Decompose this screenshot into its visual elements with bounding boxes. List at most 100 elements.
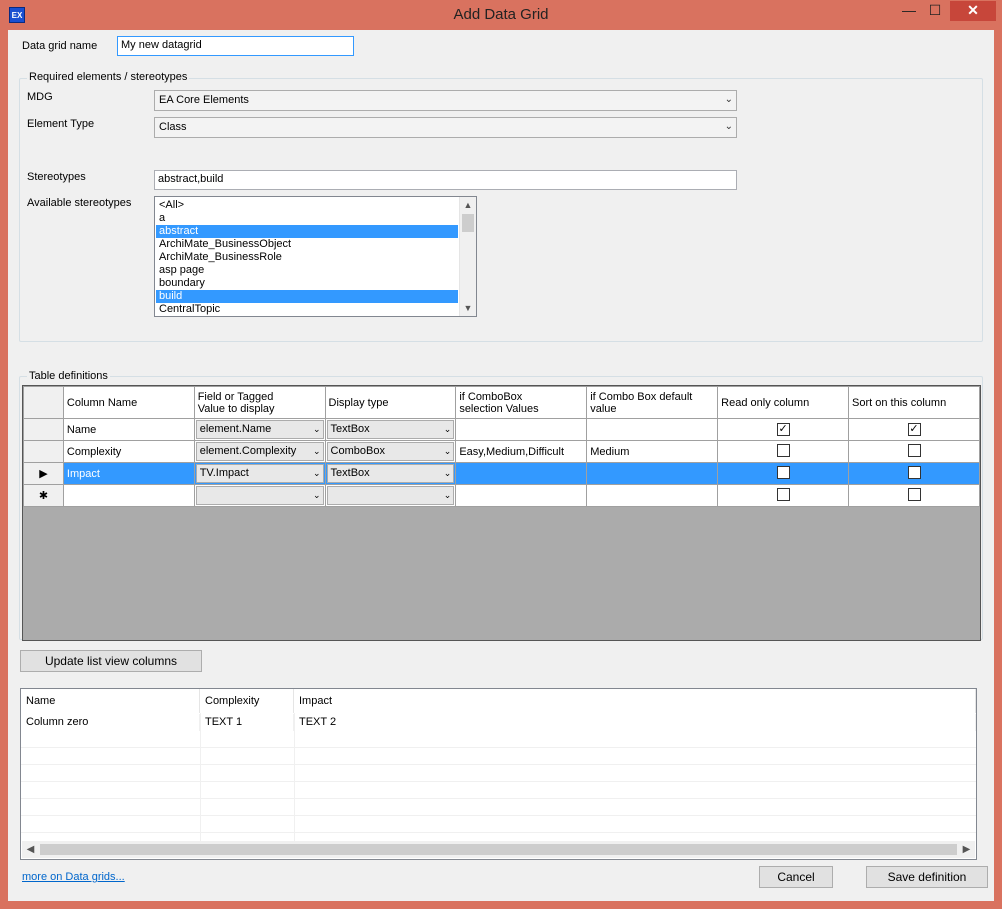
- column-name-cell[interactable]: Impact: [62, 462, 195, 485]
- vertical-scrollbar[interactable]: ▲ ▼: [459, 197, 476, 316]
- combo-default-cell[interactable]: [586, 418, 719, 441]
- close-button[interactable]: ✕: [950, 1, 996, 21]
- element-type-dropdown[interactable]: Class ⌄: [154, 117, 737, 138]
- definition-row[interactable]: Name element.Name ⌄ TextBox ⌄ ✓ ✓: [23, 418, 980, 441]
- display-type-dropdown[interactable]: TextBox ⌄: [326, 420, 455, 439]
- definition-row[interactable]: ▶ Impact TV.Impact ⌄ TextBox ⌄: [23, 462, 980, 485]
- sort-cell[interactable]: [848, 484, 980, 507]
- combo-values-cell[interactable]: [455, 462, 588, 485]
- column-name-cell[interactable]: [62, 484, 195, 507]
- definition-row[interactable]: ✱ ⌄ ⌄: [23, 484, 980, 507]
- sort-cell[interactable]: ✓: [848, 418, 980, 441]
- field-cell[interactable]: ⌄: [193, 484, 326, 507]
- stereotype-list-item[interactable]: abstract: [156, 225, 458, 238]
- row-indicator[interactable]: [23, 440, 64, 463]
- read-only-checkbox[interactable]: [776, 465, 790, 479]
- update-list-view-columns-button[interactable]: Update list view columns: [20, 650, 202, 672]
- element-type-value: Class: [159, 121, 187, 133]
- data-grid-name-input[interactable]: My new datagrid: [117, 36, 354, 56]
- table-definitions-grid[interactable]: Column Name Field or Tagged Value to disp…: [22, 385, 981, 641]
- chevron-down-icon: ⌄: [724, 94, 733, 105]
- scroll-down-icon[interactable]: ▼: [460, 300, 476, 316]
- chevron-down-icon: ⌄: [443, 446, 452, 456]
- data-grid-name-label: Data grid name: [22, 40, 98, 52]
- field-dropdown[interactable]: ⌄: [195, 486, 324, 505]
- read-only-checkbox[interactable]: ✓: [776, 423, 790, 436]
- preview-header-name[interactable]: Name: [21, 689, 200, 713]
- sort-checkbox[interactable]: [907, 443, 921, 457]
- stereotype-list-item[interactable]: ArchiMate_BusinessObject: [156, 238, 458, 251]
- preview-header-impact[interactable]: Impact: [294, 689, 976, 713]
- available-stereotypes-list[interactable]: <All> a abstract ArchiMate_BusinessObject Ar…: [154, 196, 477, 317]
- row-indicator[interactable]: [23, 418, 64, 441]
- scroll-right-icon[interactable]: ▶: [958, 841, 975, 858]
- field-cell[interactable]: element.Complexity ⌄: [193, 440, 326, 463]
- combo-values-cell[interactable]: [455, 484, 588, 507]
- row-indicator[interactable]: ▶: [23, 462, 64, 485]
- read-only-cell[interactable]: [717, 484, 850, 507]
- mdg-dropdown[interactable]: EA Core Elements ⌄: [154, 90, 737, 111]
- sort-checkbox[interactable]: [907, 465, 921, 479]
- read-only-cell[interactable]: ✓: [717, 418, 850, 441]
- header-column-name: Column Name: [62, 386, 195, 419]
- more-on-data-grids-link[interactable]: more on Data grids...: [22, 871, 125, 883]
- stereotype-list-item[interactable]: build: [156, 290, 458, 303]
- display-type-dropdown[interactable]: TextBox ⌄: [326, 464, 455, 483]
- cancel-button[interactable]: Cancel: [759, 866, 833, 888]
- stereotype-list-item[interactable]: CentralTopic: [156, 303, 458, 316]
- field-cell[interactable]: TV.Impact ⌄: [193, 462, 326, 485]
- preview-row[interactable]: Column zero TEXT 1 TEXT 2: [21, 714, 976, 731]
- field-dropdown[interactable]: element.Complexity ⌄: [195, 442, 324, 461]
- combo-default-cell[interactable]: Medium: [586, 440, 719, 463]
- scroll-left-icon[interactable]: ◀: [22, 841, 39, 858]
- combo-values-cell[interactable]: [455, 418, 588, 441]
- preview-list-view[interactable]: Name Complexity Impact Column zero TEXT …: [20, 688, 977, 860]
- scroll-up-icon[interactable]: ▲: [460, 197, 476, 213]
- field-dropdown[interactable]: TV.Impact ⌄: [195, 464, 324, 483]
- display-type-value: ComboBox: [330, 445, 385, 457]
- grid-header-row: Column Name Field or Tagged Value to disp…: [23, 386, 980, 419]
- column-name-cell[interactable]: Complexity: [62, 440, 195, 463]
- definition-row[interactable]: Complexity element.Complexity ⌄ ComboBox ⌄ Ea…: [23, 440, 980, 463]
- display-type-dropdown[interactable]: ⌄: [326, 486, 455, 505]
- scroll-thumb[interactable]: [40, 844, 957, 855]
- save-definition-button[interactable]: Save definition: [866, 866, 988, 888]
- display-type-value: TextBox: [330, 423, 370, 435]
- display-type-cell[interactable]: TextBox ⌄: [324, 462, 457, 485]
- display-type-cell[interactable]: ComboBox ⌄: [324, 440, 457, 463]
- combo-values-cell[interactable]: Easy,Medium,Difficult: [455, 440, 588, 463]
- read-only-checkbox[interactable]: [776, 487, 790, 501]
- stereotype-list-item[interactable]: boundary: [156, 277, 458, 290]
- scroll-thumb[interactable]: [462, 214, 474, 232]
- field-cell[interactable]: element.Name ⌄: [193, 418, 326, 441]
- read-only-checkbox[interactable]: [776, 443, 790, 457]
- sort-checkbox[interactable]: ✓: [907, 423, 921, 436]
- preview-header-complexity[interactable]: Complexity: [200, 689, 294, 713]
- sort-cell[interactable]: [848, 462, 980, 485]
- combo-default-cell[interactable]: [586, 484, 719, 507]
- stereotype-list-item[interactable]: <All>: [156, 199, 458, 212]
- field-dropdown[interactable]: element.Name ⌄: [195, 420, 324, 439]
- combo-default-cell[interactable]: [586, 462, 719, 485]
- chevron-down-icon: ⌄: [724, 121, 733, 132]
- maximize-button[interactable]: ☐: [922, 1, 948, 21]
- display-type-cell[interactable]: ⌄: [324, 484, 457, 507]
- field-value: element.Name: [199, 423, 272, 435]
- horizontal-scrollbar[interactable]: ◀ ▶: [22, 841, 975, 858]
- display-type-dropdown[interactable]: ComboBox ⌄: [326, 442, 455, 461]
- stereotype-list-item[interactable]: a: [156, 212, 458, 225]
- read-only-cell[interactable]: [717, 462, 850, 485]
- stereotype-list-item[interactable]: asp page: [156, 264, 458, 277]
- stereotypes-input[interactable]: abstract,build: [154, 170, 737, 190]
- row-indicator[interactable]: ✱: [23, 484, 64, 507]
- stereotype-list-item[interactable]: ArchiMate_BusinessRole: [156, 251, 458, 264]
- read-only-cell[interactable]: [717, 440, 850, 463]
- chevron-down-icon: ⌄: [312, 424, 321, 434]
- display-type-cell[interactable]: TextBox ⌄: [324, 418, 457, 441]
- minimize-button[interactable]: —: [896, 1, 922, 21]
- sort-cell[interactable]: [848, 440, 980, 463]
- column-name-cell[interactable]: Name: [62, 418, 195, 441]
- sort-checkbox[interactable]: [907, 487, 921, 501]
- header-display-type: Display type: [324, 386, 457, 419]
- header-read-only: Read only column: [717, 386, 850, 419]
